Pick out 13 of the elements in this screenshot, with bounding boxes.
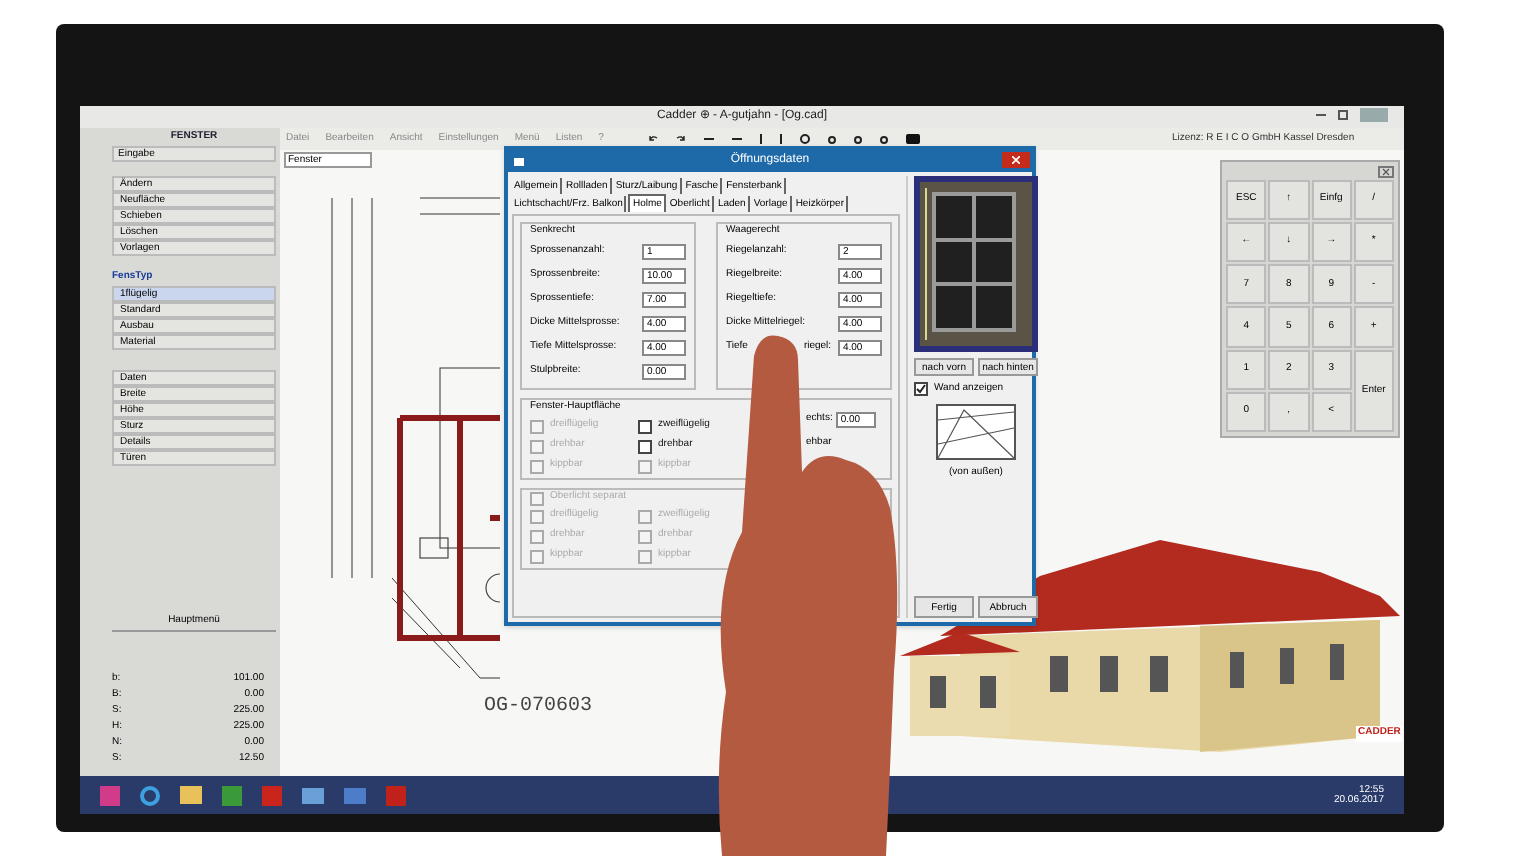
browser-icon[interactable]: [140, 785, 160, 805]
dialog-icon: [514, 157, 524, 165]
close-icon[interactable]: [1378, 166, 1394, 178]
close-icon: [1012, 156, 1020, 164]
redo-icon[interactable]: [675, 134, 686, 144]
plan-label: OG-070603: [484, 694, 593, 722]
checkbox[interactable]: [914, 382, 928, 397]
checkbox[interactable]: [638, 419, 652, 433]
undo-icon[interactable]: [647, 134, 658, 144]
wall-preview-drawing: [936, 403, 1016, 459]
minus-icon[interactable]: [703, 138, 714, 140]
checkbox[interactable]: [638, 439, 652, 453]
maximize-icon[interactable]: [1338, 110, 1348, 120]
